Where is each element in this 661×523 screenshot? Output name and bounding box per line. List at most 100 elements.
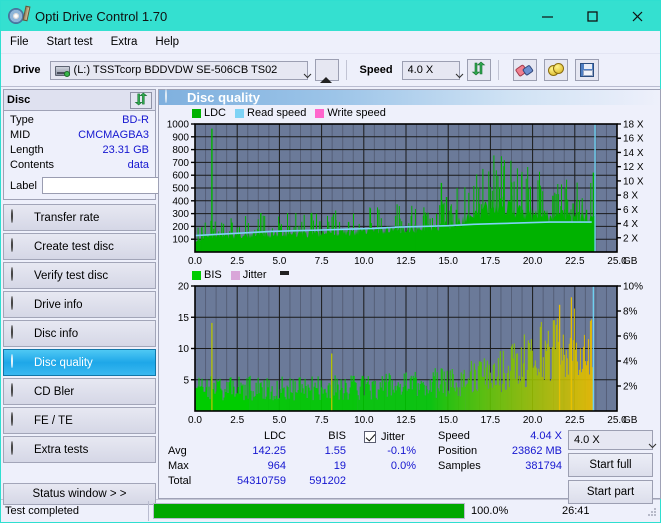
sidebar-item-label: Disc quality xyxy=(34,356,93,369)
svg-text:500: 500 xyxy=(172,184,189,195)
sidebar-item-cd-bler[interactable]: CD Bler xyxy=(3,378,156,405)
sidebar-item-label: FE / TE xyxy=(34,414,73,427)
disc-row-mid: MID CMCMAGBA3 xyxy=(10,128,149,143)
stats-col-meta-values: 4.04 X 23862 MB 381794 xyxy=(494,430,562,504)
drive-select[interactable]: (L:) TSSTcorp BDDVDW SE-506CB TS02 xyxy=(49,60,311,80)
svg-text:7.5: 7.5 xyxy=(315,256,329,267)
legend-swatch-bis xyxy=(192,270,201,280)
refresh-button[interactable] xyxy=(466,59,491,81)
position-value: 23862 MB xyxy=(511,445,562,457)
close-icon[interactable] xyxy=(615,1,660,31)
jitter-checkbox[interactable] xyxy=(364,431,376,443)
menu-start-test[interactable]: Start test xyxy=(47,34,102,50)
minimize-icon[interactable] xyxy=(525,1,570,31)
start-full-button[interactable]: Start full xyxy=(568,453,653,477)
test-speed-select[interactable]: 4.0 X xyxy=(568,430,657,450)
stats-label-avg: Avg xyxy=(168,445,187,457)
maximize-icon[interactable] xyxy=(570,1,615,31)
svg-text:10.0: 10.0 xyxy=(354,415,374,426)
disc-quality-panel: Disc quality LDC Read speed Write speed … xyxy=(158,89,661,504)
window-title: Opti Drive Control 1.70 xyxy=(35,8,168,24)
svg-text:4 X: 4 X xyxy=(623,219,638,230)
disc-refresh-button[interactable] xyxy=(130,91,152,109)
resize-grip-icon[interactable] xyxy=(646,505,658,517)
svg-text:1000: 1000 xyxy=(167,120,190,131)
svg-text:2 X: 2 X xyxy=(623,233,638,244)
save-button[interactable] xyxy=(574,59,599,81)
sidebar-item-transfer-rate[interactable]: Transfer rate xyxy=(3,204,156,231)
svg-text:10%: 10% xyxy=(623,282,643,293)
svg-text:GB: GB xyxy=(623,256,638,267)
eraser-icon xyxy=(514,60,535,80)
speed-label: Speed xyxy=(359,64,393,76)
svg-text:18 X: 18 X xyxy=(623,120,644,131)
svg-text:2.5: 2.5 xyxy=(230,415,244,426)
svg-text:8 X: 8 X xyxy=(623,191,638,202)
stats-header-ldc: LDC xyxy=(263,430,286,442)
samples-value: 381794 xyxy=(525,460,562,472)
disc-bler-icon xyxy=(11,383,26,399)
ldc-plot-svg[interactable]: 100 200 300 400500 600 700 800 9001000 2 X 4 X 6 X… xyxy=(159,120,657,268)
jitter-label: Jitter xyxy=(381,431,405,443)
toolbar-separator-2 xyxy=(497,60,499,80)
stats-bis-avg: 1.55 xyxy=(324,445,346,457)
erase-button[interactable] xyxy=(512,59,537,81)
jitter-header: Jitter xyxy=(364,430,434,444)
legend-label-bis: BIS xyxy=(204,269,222,281)
sidebar-item-disc-info[interactable]: Disc info xyxy=(3,320,156,347)
svg-text:12.5: 12.5 xyxy=(396,415,416,426)
svg-text:10.0: 10.0 xyxy=(354,256,374,267)
svg-text:200: 200 xyxy=(172,222,189,233)
menu-extra[interactable]: Extra xyxy=(111,34,147,50)
position-caption: Position xyxy=(438,445,478,457)
svg-text:800: 800 xyxy=(172,145,189,156)
disc-verify-icon xyxy=(11,267,26,283)
speed-select[interactable]: 4.0 X xyxy=(401,60,463,80)
disc-label-row: Label xyxy=(10,176,244,195)
sidebar-item-extra-tests[interactable]: Extra tests xyxy=(3,436,156,463)
speed-value: 4.04 X xyxy=(530,430,562,442)
ldc-chart-legend: LDC Read speed Write speed xyxy=(159,105,660,120)
app-disc-pen-icon xyxy=(8,5,31,26)
svg-text:22.5: 22.5 xyxy=(565,415,585,426)
toolbar: Drive (L:) TSSTcorp BDDVDW SE-506CB TS02… xyxy=(1,54,660,87)
panel-title: Disc quality xyxy=(187,90,260,105)
svg-text:22.5: 22.5 xyxy=(565,256,585,267)
svg-text:600: 600 xyxy=(172,171,189,182)
sidebar-item-fe-te[interactable]: FE / TE xyxy=(3,407,156,434)
sidebar-item-verify-test-disc[interactable]: Verify test disc xyxy=(3,262,156,289)
svg-text:900: 900 xyxy=(172,132,189,143)
coins-icon xyxy=(547,63,564,77)
panel-header: Disc quality xyxy=(159,89,660,105)
eject-icon xyxy=(320,64,333,83)
stats-ldc-max: 964 xyxy=(267,460,286,472)
speed-select-value: 4.0 X xyxy=(407,64,434,76)
sidebar-item-label: Drive info xyxy=(34,298,83,311)
stats-row-labels: Avg Max Total xyxy=(159,430,212,504)
stats-jitter-blank xyxy=(364,474,434,489)
svg-text:14 X: 14 X xyxy=(623,148,644,159)
bis-plot-svg[interactable]: 5 10 15 20 2% 4% 6% 8% 10% 0.0 2.5 5.0 7.5 10.0 12.5 15… xyxy=(159,282,657,427)
menu-file[interactable]: File xyxy=(10,34,38,50)
drive-select-value: (L:) TSSTcorp BDDVDW SE-506CB TS02 xyxy=(73,64,278,76)
svg-text:5.0: 5.0 xyxy=(272,256,286,267)
sidebar-item-drive-info[interactable]: Drive info xyxy=(3,291,156,318)
svg-text:12.5: 12.5 xyxy=(396,256,416,267)
legend-swatch-jitter xyxy=(230,270,240,280)
sidebar-item-disc-quality[interactable]: Disc quality xyxy=(3,349,156,376)
sidebar-item-create-test-disc[interactable]: Create test disc xyxy=(3,233,156,260)
app-window: Opti Drive Control 1.70 File Start test … xyxy=(0,0,661,523)
menu-bar: File Start test Extra Help xyxy=(1,31,660,54)
sidebar-item-label: Verify test disc xyxy=(34,269,109,282)
content-area: Disc Type BD-R MID CMCMAGBA3 Length 23.3… xyxy=(1,87,661,505)
svg-text:700: 700 xyxy=(172,158,189,169)
disc-mid-value: CMCMAGBA3 xyxy=(78,129,149,141)
start-part-button[interactable]: Start part xyxy=(568,480,653,504)
eject-button[interactable] xyxy=(314,59,339,83)
stats-col-ldc: LDC 142.25 964 54310759 xyxy=(212,430,286,504)
menu-help[interactable]: Help xyxy=(155,34,188,50)
window-controls xyxy=(525,1,660,31)
coins-button[interactable] xyxy=(543,59,568,81)
svg-text:20.0: 20.0 xyxy=(523,415,543,426)
disc-row-contents: Contents data xyxy=(10,158,149,173)
